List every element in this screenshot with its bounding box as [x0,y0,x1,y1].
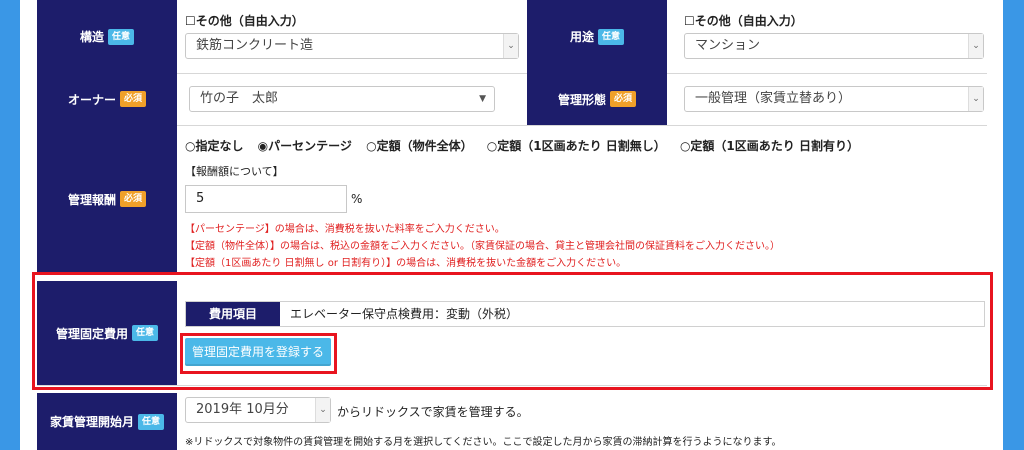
radio-none[interactable]: ○指定なし [185,139,243,153]
highlight-register-button [180,333,337,374]
structure-other-checkbox[interactable]: ☐その他（自由入力） [185,12,304,29]
row-owner-management: オーナー 必須 竹の子 太郎 ▼ 管理形態 必須 一般管理（家賃立替あり） ⌄ [37,73,987,126]
fee-amount-value: 5 [196,191,205,206]
structure-label: 構造 [79,30,104,44]
chevron-down-icon: ⌄ [315,398,330,422]
structure-select[interactable]: 鉄筋コンクリート造 ⌄ [185,33,519,59]
required-badge: 必須 [120,191,147,207]
row-rent-start: 家賃管理開始月 任意 2019年 10月分 ⌄ からリドックスで家賃を管理する。… [37,385,987,450]
usage-select-value: マンション [695,38,761,53]
owner-select-value: 竹の子 太郎 [200,91,279,106]
fee-note: 【定額（1区画あたり 日割無し or 日割有り）】の場合は、消費税を抜いた金額を… [185,258,627,269]
required-badge: 必須 [610,91,637,107]
management-type-label: 管理形態 [557,92,606,107]
owner-label: オーナー [67,92,116,107]
radio-fixed-per-unit-prorate[interactable]: ○定額（1区画あたり 日割有り） [680,139,859,153]
chevron-down-icon: ⌄ [503,34,518,58]
chevron-down-icon: ⌄ [968,34,983,58]
row-fee: 管理報酬 必須 ○指定なし ◉パーセンテージ ○定額（物件全体） ○定額（1区画… [37,125,987,274]
required-badge: 必須 [120,91,147,107]
form-panel: 構造 任意 ☐その他（自由入力） 鉄筋コンクリート造 ⌄ 用途 任意 ☐その他（… [20,0,1003,450]
radio-fixed-per-unit-no-prorate[interactable]: ○定額（1区画あたり 日割無し） [487,139,666,153]
rent-start-note: ※リドックスで対象物件の賃貸管理を開始する月を選択してください。ここで設定した月… [185,437,782,448]
usage-label: 用途 [569,30,594,44]
chevron-down-icon: ⌄ [968,87,983,111]
fee-note: 【定額（物件全体）】の場合は、税込の金額をご入力ください。（家賃保証の場合、貸主… [185,241,780,252]
fee-unit: % [351,192,363,206]
highlight-fixed-cost-row [32,272,993,390]
fee-note: 【パーセンテージ】の場合は、消費税を抜いた料率をご入力ください。 [185,224,505,235]
optional-badge: 任意 [108,28,135,45]
rent-start-month-select[interactable]: 2019年 10月分 ⌄ [185,397,331,423]
fee-label-cell: 管理報酬 必須 [37,125,177,273]
structure-label-cell: 構造 任意 [37,0,177,73]
rent-start-label: 家賃管理開始月 [49,415,134,429]
fee-type-radio-group: ○指定なし ◉パーセンテージ ○定額（物件全体） ○定額（1区画あたり 日割無し… [185,137,869,154]
rent-start-label-cell: 家賃管理開始月 任意 [37,393,177,450]
management-type-select[interactable]: 一般管理（家賃立替あり） ⌄ [684,86,984,112]
rent-start-month-value: 2019年 10月分 [196,402,289,417]
row-structure-usage: 構造 任意 ☐その他（自由入力） 鉄筋コンクリート造 ⌄ 用途 任意 ☐その他（… [37,0,987,74]
management-type-label-cell: 管理形態 必須 [527,73,667,125]
fee-label: 管理報酬 [67,192,116,207]
owner-select[interactable]: 竹の子 太郎 ▼ [189,86,495,112]
rent-start-suffix: からリドックスで家賃を管理する。 [337,405,529,419]
fee-amount-input[interactable]: 5 [185,185,347,213]
usage-select[interactable]: マンション ⌄ [684,33,984,59]
caret-down-icon: ▼ [479,94,486,104]
structure-select-value: 鉄筋コンクリート造 [196,38,314,53]
radio-fixed-whole[interactable]: ○定額（物件全体） [366,139,472,153]
management-type-select-value: 一般管理（家賃立替あり） [695,91,852,106]
usage-other-checkbox[interactable]: ☐その他（自由入力） [684,12,803,29]
usage-label-cell: 用途 任意 [527,0,667,73]
owner-label-cell: オーナー 必須 [37,73,177,125]
optional-badge: 任意 [138,413,165,430]
radio-percentage[interactable]: ◉パーセンテージ [258,139,352,153]
optional-badge: 任意 [598,28,625,45]
fee-about-label: 【報酬額について】 [185,165,284,178]
